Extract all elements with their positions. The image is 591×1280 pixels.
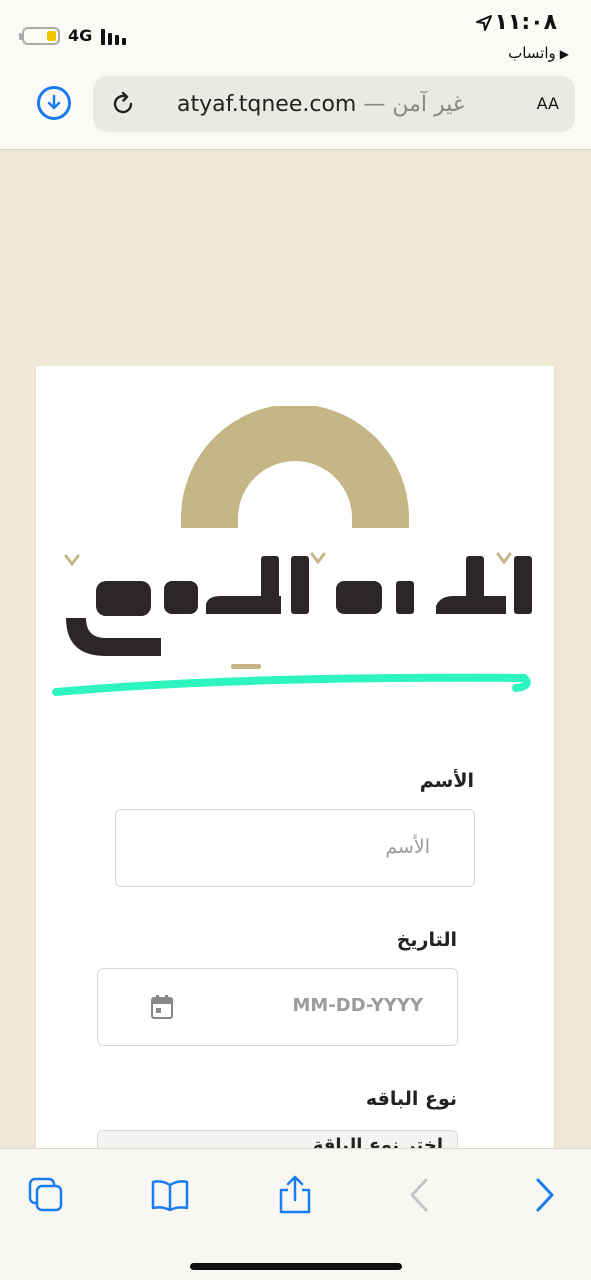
package-label: نوع الباقه	[365, 1088, 457, 1110]
home-indicator[interactable]	[190, 1263, 402, 1270]
back-icon[interactable]	[400, 1175, 440, 1215]
tabs-icon[interactable]	[26, 1175, 66, 1215]
text-size-button[interactable]: AA	[537, 90, 559, 115]
browser-toolbar	[0, 1148, 591, 1280]
share-icon[interactable]	[275, 1175, 315, 1215]
name-input[interactable]: الأسم	[115, 809, 475, 887]
name-placeholder: الأسم	[385, 836, 430, 858]
name-label: الأسم	[419, 770, 474, 792]
downloads-button[interactable]	[37, 86, 71, 120]
form-card: الأسم الأسم التاريخ MM-DD-YYYY نوع الباق…	[36, 366, 554, 1160]
battery-icon	[19, 27, 60, 45]
atyaf-logo	[52, 406, 532, 696]
bookmarks-icon[interactable]	[150, 1175, 190, 1215]
browser-address-area: atyaf.tqnee.com — غير آمن AA	[0, 66, 591, 150]
back-triangle-icon: ▶	[559, 47, 569, 61]
url-separator: —	[363, 92, 386, 117]
network-type: 4G	[68, 26, 93, 45]
back-app-label: واتساب	[508, 44, 556, 62]
back-to-app-link[interactable]: واتساب ▶	[508, 44, 569, 62]
status-time: ١١:٠٨	[494, 10, 557, 35]
address-bar[interactable]: atyaf.tqnee.com — غير آمن AA	[93, 76, 575, 132]
calendar-icon[interactable]	[151, 995, 173, 1019]
signal-icon	[101, 29, 129, 45]
url-display: atyaf.tqnee.com — غير آمن	[177, 92, 464, 117]
forward-icon[interactable]	[524, 1175, 564, 1215]
date-input[interactable]: MM-DD-YYYY	[97, 968, 458, 1046]
download-arrow-icon	[47, 94, 61, 110]
date-label: التاريخ	[396, 929, 457, 951]
date-placeholder: MM-DD-YYYY	[292, 995, 423, 1016]
aa-label: AA	[536, 94, 559, 113]
location-arrow-icon	[476, 15, 492, 31]
url-domain: atyaf.tqnee.com	[177, 92, 357, 117]
reload-icon[interactable]	[109, 90, 137, 118]
security-label: غير آمن	[392, 92, 465, 117]
status-bar: 4G ١١:٠٨ واتساب ▶	[0, 0, 591, 66]
